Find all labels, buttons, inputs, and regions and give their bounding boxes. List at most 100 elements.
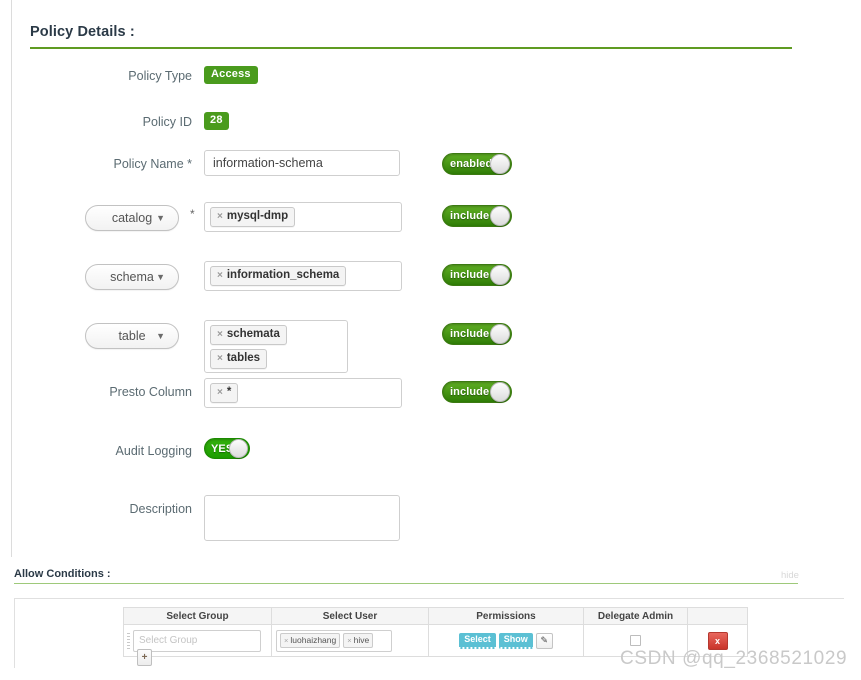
tag-label: schemata [226, 328, 280, 340]
cell-delegate-admin [583, 624, 688, 657]
tag-token[interactable]: × information_schema [210, 266, 347, 287]
permission-badge-select: Select [459, 632, 496, 649]
label-policy-type: Policy Type [128, 69, 192, 83]
catalog-required-mark: * [190, 207, 195, 221]
toggle-knob-icon [490, 324, 510, 344]
toggle-knob-icon [490, 265, 510, 285]
tag-remove-icon[interactable]: × [217, 211, 223, 222]
label-policy-id: Policy ID [142, 115, 192, 129]
tag-remove-icon[interactable]: × [284, 636, 288, 645]
policy-details-panel: Policy Details : Policy Type Access Poli… [11, 0, 811, 557]
table-include-toggle[interactable]: include [442, 323, 512, 345]
row-description: Description [12, 495, 811, 555]
description-textarea[interactable] [204, 495, 400, 541]
cell-select-user: × luohaizhang × hive [271, 624, 429, 657]
tag-token[interactable]: × tables [210, 349, 268, 370]
user-tag-token[interactable]: × luohaizhang [280, 633, 341, 648]
allow-conditions-title: Allow Conditions : [14, 568, 111, 580]
tag-remove-icon[interactable]: × [217, 270, 223, 281]
resource-select-table-label: table [118, 329, 146, 343]
drag-handle-icon[interactable] [127, 633, 130, 649]
delegate-admin-checkbox[interactable] [630, 635, 641, 646]
tag-label: mysql-dmp [226, 210, 289, 222]
column-header-permissions: Permissions [428, 607, 584, 625]
tag-label: tables [226, 352, 261, 365]
presto-column-tag-input[interactable]: × * [204, 378, 402, 408]
add-condition-row-button[interactable]: + [137, 649, 152, 666]
tag-token[interactable]: × mysql-dmp [210, 207, 296, 228]
toggle-knob-icon [229, 439, 248, 458]
page-title: Policy Details : [30, 24, 135, 40]
table-include-toggle-label: include [450, 328, 490, 340]
tag-remove-icon[interactable]: × [217, 387, 223, 398]
row-catalog: catalog ▼ * × mysql-dmp include [12, 202, 811, 238]
tag-label: luohaizhang [290, 635, 337, 646]
row-policy-name: Policy Name * enabled [12, 150, 811, 186]
row-schema: schema ▼ × information_schema include [12, 261, 811, 297]
toggle-knob-icon [490, 382, 510, 402]
column-header-select-user: Select User [271, 607, 429, 625]
tag-label: information_schema [226, 269, 340, 281]
schema-include-toggle[interactable]: include [442, 264, 512, 286]
table-header-row: Select Group Select User Permissions Del… [123, 607, 748, 625]
status-badge-policy-id: 28 [204, 112, 229, 130]
toggle-knob-icon [490, 154, 510, 174]
chevron-down-icon: ▼ [156, 331, 165, 341]
presto-column-include-toggle[interactable]: include [442, 381, 512, 403]
row-policy-type: Policy Type Access [12, 62, 811, 98]
resource-select-schema-label: schema [110, 270, 154, 284]
permission-badge-show: Show [498, 632, 533, 649]
pencil-icon[interactable]: ✎ [535, 632, 553, 649]
schema-include-toggle-label: include [450, 269, 490, 281]
policy-enabled-toggle[interactable]: enabled [442, 153, 512, 175]
tag-token[interactable]: × schemata [210, 325, 287, 346]
user-tag-token[interactable]: × hive [343, 633, 374, 648]
resource-select-catalog[interactable]: catalog ▼ [85, 205, 179, 231]
resource-select-catalog-label: catalog [111, 211, 153, 225]
select-user-tag-input[interactable]: × luohaizhang × hive [276, 629, 392, 652]
tag-token[interactable]: × * [210, 383, 239, 404]
policy-enabled-toggle-label: enabled [450, 158, 493, 170]
allow-conditions-divider [14, 583, 798, 584]
tag-remove-icon[interactable]: × [217, 329, 223, 340]
policy-name-input[interactable] [204, 150, 400, 176]
table-row: × luohaizhang × hive Select Sho [123, 624, 748, 657]
select-group-input[interactable] [133, 629, 261, 652]
label-audit-logging: Audit Logging [115, 444, 192, 458]
resource-select-table[interactable]: table ▼ [85, 323, 179, 349]
column-header-delegate-admin: Delegate Admin [583, 607, 688, 625]
label-presto-column: Presto Column [109, 385, 192, 399]
catalog-include-toggle[interactable]: include [442, 205, 512, 227]
policy-edit-page: Policy Details : Policy Type Access Poli… [0, 0, 861, 680]
column-header-select-group: Select Group [123, 607, 272, 625]
tag-remove-icon[interactable]: × [217, 353, 223, 364]
row-table: table ▼ × schemata × tables include [12, 320, 811, 374]
row-policy-id: Policy ID 28 [12, 108, 811, 144]
presto-column-include-toggle-label: include [450, 386, 490, 398]
label-policy-name: Policy Name * [113, 157, 193, 171]
chevron-down-icon: ▼ [156, 213, 165, 223]
catalog-include-toggle-label: include [450, 210, 490, 222]
row-presto-column: Presto Column × * include [12, 378, 811, 414]
status-badge-policy-type: Access [204, 66, 258, 84]
allow-conditions-table: Select Group Select User Permissions Del… [123, 607, 748, 657]
column-header-actions [687, 607, 748, 625]
tag-remove-icon[interactable]: × [347, 636, 351, 645]
cell-permissions: Select Show ✎ [428, 624, 584, 657]
chevron-down-icon: ▼ [156, 272, 165, 282]
allow-conditions-panel: Select Group Select User Permissions Del… [14, 598, 844, 668]
toggle-knob-icon [490, 206, 510, 226]
tag-label: hive [353, 635, 370, 646]
resource-select-schema[interactable]: schema ▼ [85, 264, 179, 290]
schema-tag-input[interactable]: × information_schema [204, 261, 402, 291]
catalog-tag-input[interactable]: × mysql-dmp [204, 202, 402, 232]
table-tag-input[interactable]: × schemata × tables [204, 320, 348, 374]
tag-label: * [226, 386, 232, 398]
row-audit-logging: Audit Logging YES [12, 437, 811, 473]
audit-logging-toggle[interactable]: YES [204, 438, 250, 459]
delete-row-button[interactable]: x [707, 631, 728, 650]
allow-conditions-hide-link[interactable]: hide [781, 570, 799, 581]
section-divider [30, 47, 792, 49]
label-description: Description [129, 502, 192, 516]
cell-actions: x [687, 624, 748, 657]
